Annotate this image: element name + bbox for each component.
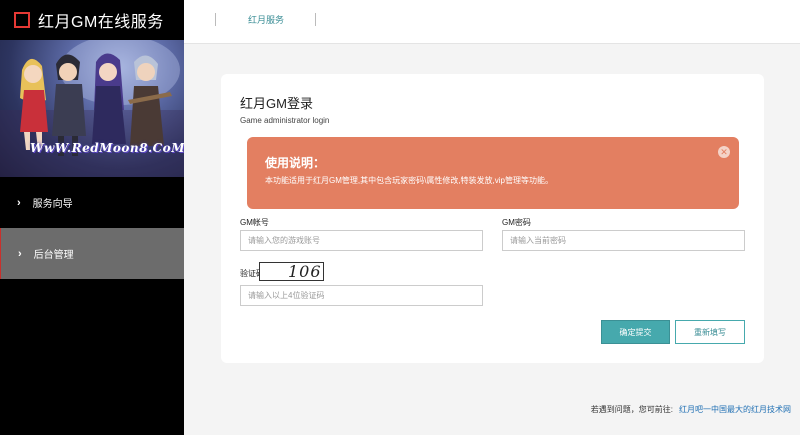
page-subtitle: Game administrator login	[240, 116, 330, 125]
app-title: 红月GM在线服务	[38, 14, 164, 31]
captcha-text: 1067	[288, 262, 323, 281]
close-icon[interactable]: ✕	[718, 146, 730, 158]
sidebar-item-service-guide[interactable]: › 服务向导	[0, 177, 184, 228]
password-label: GM密码	[502, 218, 531, 227]
sidebar-item-label: 后台管理	[33, 250, 74, 261]
sidebar-nav: › 服务向导 › 后台管理	[0, 177, 184, 279]
top-bar: 红月服务	[184, 0, 800, 44]
sidebar: 红月GM在线服务 WwW.RedMoon8.CoM › 服务向导 › 后台管理	[0, 0, 184, 435]
reset-button[interactable]: 重新填写	[675, 320, 745, 344]
captcha-input[interactable]	[240, 285, 483, 306]
sidebar-item-admin[interactable]: › 后台管理	[0, 228, 184, 279]
footer-text: 若遇到问题，您可前往:	[590, 405, 673, 414]
instructions-alert: 使用说明： 本功能适用于红月GM管理,其中包含玩家密码\属性修改,特装发放,vi…	[247, 137, 739, 209]
brand-logo-icon	[14, 12, 30, 28]
sidebar-item-label: 服务向导	[32, 199, 73, 210]
banner-characters-illustration	[0, 40, 184, 177]
captcha-image[interactable]: 1067	[259, 262, 324, 281]
account-input[interactable]	[240, 230, 483, 251]
brand: 红月GM在线服务	[0, 0, 184, 40]
tab-redmoon-service[interactable]: 红月服务	[248, 13, 284, 26]
page-title: 红月GM登录	[240, 96, 313, 111]
alert-title: 使用说明：	[265, 156, 326, 170]
footer: 若遇到问题，您可前往: 红月吧一中国最大的红月技术网	[184, 404, 800, 418]
divider	[315, 13, 316, 26]
alert-body: 本功能适用于红月GM管理,其中包含玩家密码\属性修改,特装发放,vip管理等功能…	[265, 176, 554, 185]
chevron-right-icon: ›	[17, 196, 21, 209]
account-label: GM帐号	[240, 218, 269, 227]
login-card: 红月GM登录 Game administrator login 使用说明： 本功…	[221, 74, 764, 363]
divider	[215, 13, 216, 26]
password-input[interactable]	[502, 230, 745, 251]
submit-button[interactable]: 确定提交	[601, 320, 670, 344]
banner-image: WwW.RedMoon8.CoM	[0, 40, 184, 177]
footer-forum-link[interactable]: 红月吧一中国最大的红月技术网	[679, 405, 791, 414]
banner-website-text: WwW.RedMoon8.CoM	[30, 141, 184, 155]
chevron-right-icon: ›	[18, 247, 22, 260]
